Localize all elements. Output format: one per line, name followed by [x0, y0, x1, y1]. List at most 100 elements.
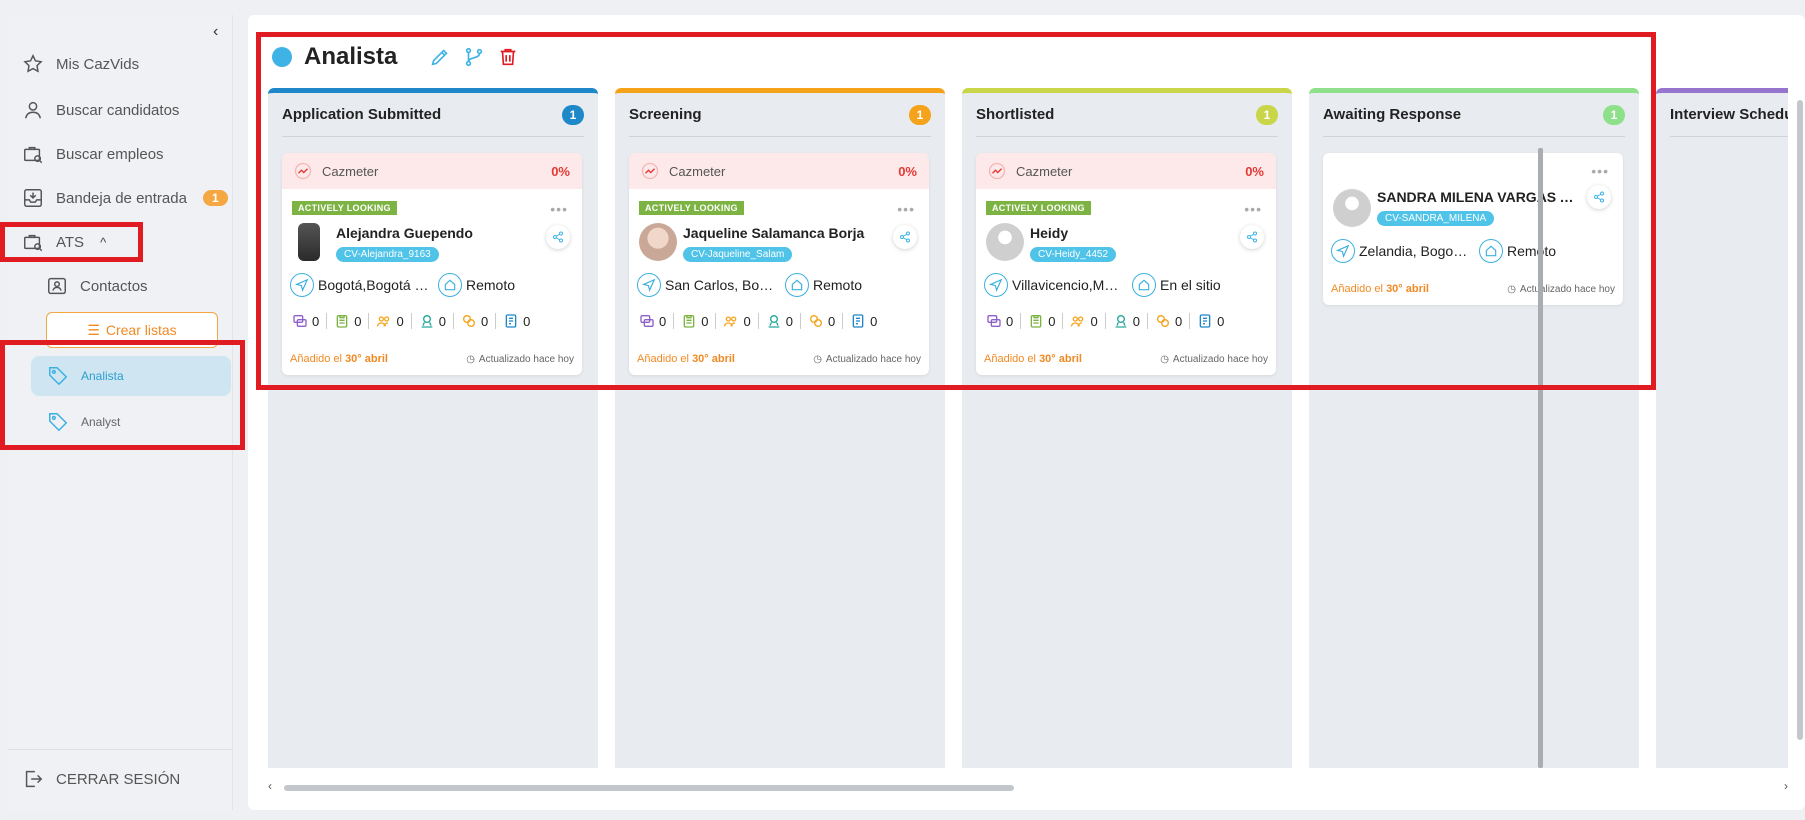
pipeline-column: Awaiting Response 1 ••• SANDRA MILENA VA…: [1309, 88, 1639, 768]
work-mode: En el sitio: [1160, 277, 1221, 293]
cv-tag: CV-SANDRA_MILENA: [1377, 211, 1495, 226]
share-icon[interactable]: [1240, 225, 1264, 249]
chat-icon: [640, 315, 654, 327]
candidate-card[interactable]: Cazmeter 0% ACTIVELY LOOKING ••• Alejand…: [282, 153, 582, 375]
list-item-analyst[interactable]: Analyst: [31, 402, 231, 442]
main-panel: Analista Application Submitted 1 Cazmete…: [248, 15, 1805, 810]
pipeline-column: Interview Schedule: [1656, 88, 1788, 768]
card-footer: Añadido el 30° abril ◷ Actualizado hace h…: [290, 353, 574, 365]
stat-value: 0: [312, 313, 320, 329]
added-date: 30° abril: [1386, 283, 1429, 295]
location-row: Bogotá,Bogotá D.C... Remoto: [290, 273, 515, 297]
stat-value: 0: [1132, 313, 1140, 329]
more-options-icon[interactable]: •••: [1591, 163, 1609, 179]
candidate-card[interactable]: Cazmeter 0% ACTIVELY LOOKING ••• Jaqueli…: [629, 153, 929, 375]
scroll-right-icon[interactable]: ›: [1784, 779, 1788, 793]
share-icon[interactable]: [893, 225, 917, 249]
team-icon: [724, 316, 737, 327]
clock-icon: ◷: [1160, 353, 1169, 365]
sidebar-item-buscar-candidatos[interactable]: Buscar candidatos: [22, 99, 179, 121]
candidate-card[interactable]: ••• SANDRA MILENA VARGAS A... CV-SANDRA_…: [1323, 153, 1623, 305]
candidate-name[interactable]: SANDRA MILENA VARGAS A...: [1377, 189, 1577, 205]
coins-icon: [462, 315, 475, 327]
activity-stats: 0 0 0 0 0 0: [986, 313, 1231, 329]
candidate-name[interactable]: Heidy: [1030, 225, 1240, 241]
work-mode: Remoto: [466, 277, 516, 293]
stat-value: 0: [523, 313, 531, 329]
stat-value: 0: [1217, 313, 1225, 329]
inbox-icon: [24, 189, 42, 207]
pipeline-column: Screening 1 Cazmeter 0% ACTIVELY LOOKING…: [615, 88, 945, 768]
tag-icon: [49, 367, 68, 386]
avatar-placeholder-icon: [986, 223, 1024, 261]
updated-text: Actualizado hace hoy: [1519, 283, 1615, 295]
scroll-left-icon[interactable]: ‹: [268, 779, 272, 793]
team-icon: [377, 316, 390, 327]
trend-icon: [641, 162, 659, 180]
sidebar-item-label: Buscar empleos: [56, 145, 164, 163]
candidate-name[interactable]: Jaqueline Salamanca Borja: [683, 225, 893, 241]
clock-icon: ◷: [466, 353, 475, 365]
briefcase-icon: [24, 234, 43, 252]
column-header: Awaiting Response 1: [1323, 93, 1625, 137]
added-date: 30° abril: [1039, 353, 1082, 365]
list-item-label: Analista: [81, 369, 124, 383]
cazmeter-bar: Cazmeter 0%: [629, 153, 929, 189]
candidate-card[interactable]: Cazmeter 0% ACTIVELY LOOKING ••• Heidy C…: [976, 153, 1276, 375]
trash-icon[interactable]: [497, 46, 519, 68]
updated-text: Actualizado hace hoy: [825, 353, 921, 365]
column-count-badge: 1: [1603, 104, 1625, 125]
added-prefix: Añadido el: [984, 353, 1036, 365]
main-vertical-scrollbar[interactable]: [1797, 100, 1803, 740]
candidate-name[interactable]: Alejandra Guependo: [336, 225, 546, 241]
divider: [8, 749, 233, 750]
logout-icon: [25, 770, 43, 788]
cazmeter-label: Cazmeter: [669, 163, 726, 179]
more-options-icon[interactable]: •••: [550, 201, 568, 217]
column-header: Application Submitted 1: [282, 93, 584, 137]
document-icon: [505, 314, 517, 328]
sidebar-item-label: Contactos: [80, 277, 148, 295]
share-icon[interactable]: [546, 225, 570, 249]
column-header: Shortlisted 1: [976, 93, 1278, 137]
avatar: [639, 223, 677, 261]
cazmeter-percent: 0%: [898, 163, 917, 179]
column-scrollbar[interactable]: [1538, 148, 1543, 768]
sidebar-item-ats[interactable]: ATS ^: [22, 231, 106, 253]
sidebar-item-contactos[interactable]: Contactos: [46, 275, 148, 297]
cazmeter-bar: Cazmeter 0%: [976, 153, 1276, 189]
sidebar-item-buscar-empleos[interactable]: Buscar empleos: [22, 143, 164, 165]
scrollbar-thumb[interactable]: [284, 785, 1014, 791]
chevron-up-icon: ^: [100, 234, 107, 250]
collapse-sidebar-icon[interactable]: ‹: [213, 23, 218, 41]
added-prefix: Añadido el: [637, 353, 689, 365]
sidebar-item-mis-cazvids[interactable]: Mis CazVids: [22, 53, 139, 75]
edit-icon[interactable]: [429, 46, 451, 68]
location-row: Villavicencio,Meta... En el sitio: [984, 273, 1221, 297]
sidebar-item-label: Mis CazVids: [56, 55, 140, 73]
stat-value: 0: [1174, 313, 1183, 329]
logout-button[interactable]: CERRAR SESIÓN: [22, 768, 180, 790]
clock-icon: ◷: [813, 353, 822, 365]
branch-icon[interactable]: [463, 46, 485, 68]
create-list-button[interactable]: ☰ Crear listas: [46, 312, 218, 348]
sidebar-item-bandeja-de-entrada[interactable]: Bandeja de entrada 1: [22, 187, 228, 209]
column-title: Interview Schedule: [1670, 106, 1788, 123]
star-icon: [23, 54, 43, 73]
card-footer: Añadido el 30° abril ◷ Actualizado hace h…: [1331, 283, 1615, 295]
more-options-icon[interactable]: •••: [1244, 201, 1262, 217]
logout-label: CERRAR SESIÓN: [56, 770, 181, 788]
updated-text: Actualizado hace hoy: [1172, 353, 1268, 365]
column-count-badge: 1: [1256, 104, 1278, 125]
candidate-location: Bogotá,Bogotá D.C...: [318, 277, 430, 293]
more-options-icon[interactable]: •••: [897, 201, 915, 217]
activity-stats: 0 0 0 0 0 0: [639, 313, 884, 329]
chat-icon: [987, 315, 1001, 327]
column-title: Screening: [629, 106, 702, 123]
board-horizontal-scrollbar[interactable]: ‹ ›: [268, 779, 1788, 794]
column-header: Interview Schedule: [1670, 93, 1788, 137]
page-title: Analista: [304, 43, 398, 70]
share-icon[interactable]: [1587, 185, 1611, 209]
list-item-analista[interactable]: Analista: [31, 356, 231, 396]
home-icon: [438, 273, 462, 297]
